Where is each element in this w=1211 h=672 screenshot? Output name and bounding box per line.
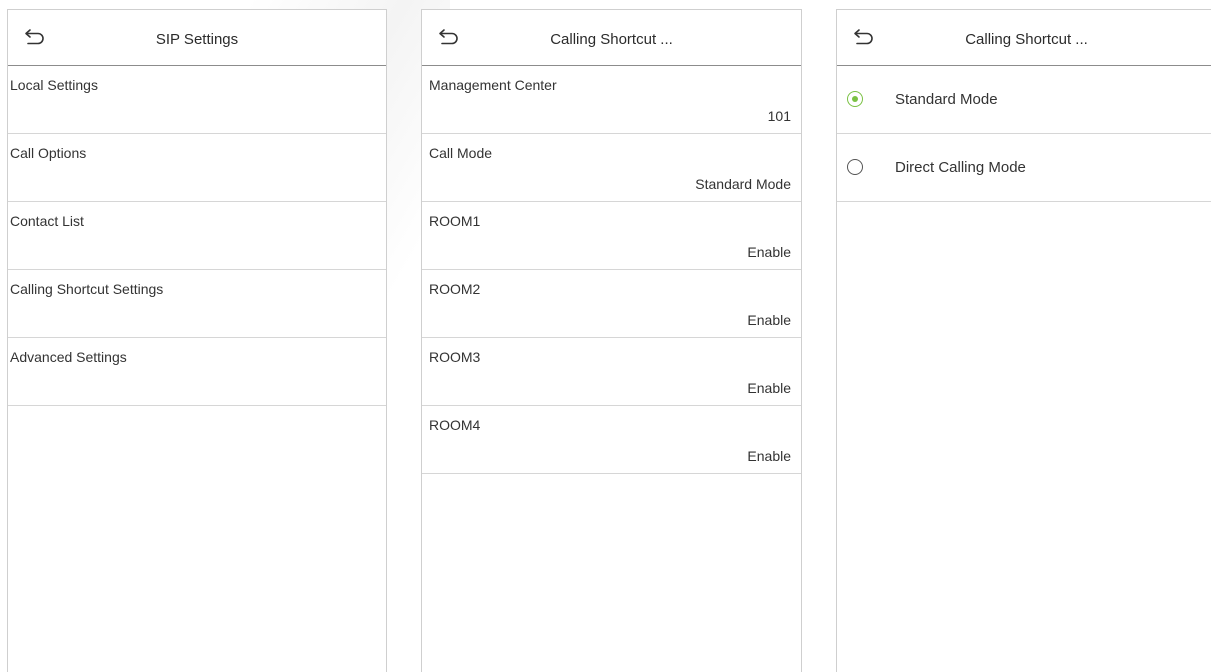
radio-option-label: Standard Mode [895,91,998,108]
setting-value: Enable [747,244,791,260]
radio-selected-icon[interactable] [847,91,863,107]
page-title: Calling Shortcut ... [965,31,1088,48]
page-title: SIP Settings [155,31,239,48]
sip-settings-panel: SIP Settings Local Settings Call Options… [7,9,387,672]
setting-label: Call Mode [429,145,493,161]
call-mode-panel: Calling Shortcut ... Standard Mode Direc… [836,9,1211,672]
screen: SIP Settings Local Settings Call Options… [0,0,1211,672]
radio-option-standard-mode[interactable]: Standard Mode [837,66,1211,134]
panel-header: Calling Shortcut ... [837,10,1211,66]
setting-row-room4[interactable]: ROOM4 Enable [422,406,801,474]
panel-header: SIP Settings [8,10,386,66]
back-arrow-icon[interactable] [853,27,875,45]
menu-item-label: Contact List [10,213,84,229]
radio-option-direct-calling-mode[interactable]: Direct Calling Mode [837,134,1211,202]
back-arrow-icon[interactable] [438,27,460,45]
setting-row-management-center[interactable]: Management Center 101 [422,66,801,134]
menu-item-label: Call Options [10,145,87,161]
menu-item-label: Local Settings [10,77,98,93]
setting-value: Enable [747,380,791,396]
panel-header: Calling Shortcut ... [422,10,801,66]
menu-item-local-settings[interactable]: Local Settings [8,66,386,134]
setting-value: Enable [747,448,791,464]
menu-item-call-options[interactable]: Call Options [8,134,386,202]
menu-item-calling-shortcut-settings[interactable]: Calling Shortcut Settings [8,270,386,338]
page-title: Calling Shortcut ... [550,31,673,48]
setting-label: ROOM1 [429,213,481,229]
radio-unselected-icon[interactable] [847,159,863,175]
setting-row-room2[interactable]: ROOM2 Enable [422,270,801,338]
setting-row-call-mode[interactable]: Call Mode Standard Mode [422,134,801,202]
radio-option-label: Direct Calling Mode [895,159,1026,176]
menu-item-label: Advanced Settings [10,349,127,365]
menu-item-contact-list[interactable]: Contact List [8,202,386,270]
setting-row-room1[interactable]: ROOM1 Enable [422,202,801,270]
setting-row-room3[interactable]: ROOM3 Enable [422,338,801,406]
setting-label: ROOM4 [429,417,481,433]
setting-value: Enable [747,312,791,328]
setting-label: ROOM3 [429,349,481,365]
back-arrow-icon[interactable] [24,27,46,45]
calling-shortcut-panel: Calling Shortcut ... Management Center 1… [421,9,802,672]
setting-value: 101 [767,108,791,124]
setting-value: Standard Mode [695,176,791,192]
menu-item-advanced-settings[interactable]: Advanced Settings [8,338,386,406]
setting-label: ROOM2 [429,281,481,297]
setting-label: Management Center [429,77,557,93]
menu-item-label: Calling Shortcut Settings [10,281,164,297]
